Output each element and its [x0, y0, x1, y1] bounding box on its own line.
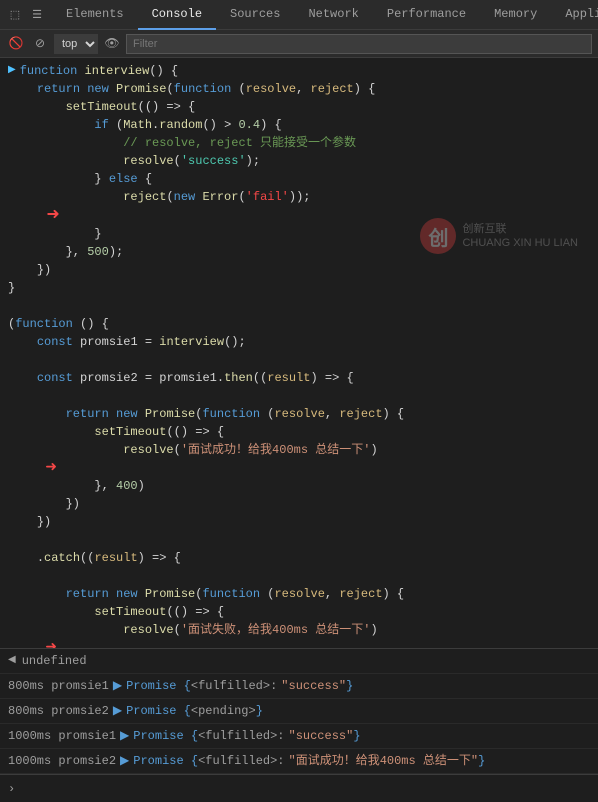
code-line: resolve('面试成功！给我400ms 总结一下') ➜	[0, 441, 598, 477]
code-line	[0, 297, 598, 315]
code-line: setTimeout(() => {	[0, 603, 598, 621]
code-line: } else {	[0, 170, 598, 188]
tab-sources[interactable]: Sources	[216, 0, 294, 30]
code-line: (function () {	[0, 315, 598, 333]
clear-console-button[interactable]: 🚫	[6, 34, 26, 54]
tab-elements[interactable]: Elements	[52, 0, 138, 30]
code-line: resolve('面试失败，给我400ms 总结一下') ➜	[0, 621, 598, 648]
code-line	[0, 531, 598, 549]
code-line: setTimeout(() => {	[0, 98, 598, 116]
pending-2: <pending>	[191, 702, 256, 720]
watermark: 创 创新互联CHUANG XIN HU LIAN	[420, 218, 578, 254]
log-label-3: 1000ms promsie1	[8, 727, 116, 745]
tab-console[interactable]: Console	[138, 0, 216, 30]
promise-kw-1: Promise {	[126, 677, 191, 695]
code-line: ▶ function interview() {	[0, 62, 598, 80]
output-1000ms-promsie2: 1000ms promsie2 ▶ Promise { <fulfilled>:…	[0, 749, 598, 774]
fulfilled-3: <fulfilled>:	[198, 727, 284, 745]
code-line: const promsie1 = interview();	[0, 333, 598, 351]
expand-arrow[interactable]: ▶	[8, 62, 16, 80]
code-line: })	[0, 513, 598, 531]
tab-application[interactable]: Application	[551, 0, 598, 30]
context-selector[interactable]: top	[54, 34, 98, 54]
watermark-icon: 创	[420, 218, 456, 254]
inspect-icon[interactable]: ⬚	[6, 6, 24, 24]
fulfilled-1: <fulfilled>:	[191, 677, 277, 695]
promise-close-1: }	[346, 677, 353, 695]
console-input[interactable]	[21, 782, 590, 796]
code-line: }	[0, 279, 598, 297]
code-line	[0, 567, 598, 585]
eye-icon[interactable]: 👁	[102, 34, 122, 54]
expand-arrow-1[interactable]: ▶	[113, 677, 122, 695]
log-label-1: 800ms promsie1	[8, 677, 109, 695]
watermark-text: 创新互联CHUANG XIN HU LIAN	[462, 222, 578, 250]
tab-bar: ⬚ ☰ Elements Console Sources Network Per…	[0, 0, 598, 30]
promise-kw-2: Promise {	[126, 702, 191, 720]
expand-arrow-4[interactable]: ▶	[120, 752, 129, 770]
promise-val-4: "面试成功！给我400ms 总结一下"	[289, 752, 479, 770]
toolbar: 🚫 ⊘ top 👁	[0, 30, 598, 58]
promise-kw-3: Promise {	[133, 727, 198, 745]
code-line	[0, 387, 598, 405]
promise-kw-4: Promise {	[133, 752, 198, 770]
code-line	[0, 351, 598, 369]
tab-network[interactable]: Network	[294, 0, 372, 30]
expand-arrow-2[interactable]: ▶	[113, 702, 122, 720]
tab-performance[interactable]: Performance	[373, 0, 480, 30]
fulfilled-4: <fulfilled>:	[198, 752, 284, 770]
code-line: })	[0, 261, 598, 279]
console-prompt-icon: ›	[8, 782, 15, 796]
output-800ms-promsie2: 800ms promsie2 ▶ Promise { <pending> }	[0, 699, 598, 724]
tab-icons: ⬚ ☰	[0, 6, 52, 24]
code-line: }, 400)	[0, 477, 598, 495]
code-area: 创 创新互联CHUANG XIN HU LIAN ▶ function inte…	[0, 58, 598, 648]
device-icon[interactable]: ☰	[28, 6, 46, 24]
code-line: // resolve, reject 只能接受一个参数	[0, 134, 598, 152]
code-line: return new Promise(function (resolve, re…	[0, 80, 598, 98]
code-line: return new Promise(function (resolve, re…	[0, 585, 598, 603]
code-line: setTimeout(() => {	[0, 423, 598, 441]
tab-memory[interactable]: Memory	[480, 0, 551, 30]
output-800ms-promsie1: 800ms promsie1 ▶ Promise { <fulfilled>: …	[0, 674, 598, 699]
code-line: resolve('success');	[0, 152, 598, 170]
expand-arrow-3[interactable]: ▶	[120, 727, 129, 745]
promise-close-3: }	[353, 727, 360, 745]
code-line: })	[0, 495, 598, 513]
console-output: ◀ undefined 800ms promsie1 ▶ Promise { <…	[0, 648, 598, 774]
filter-toggle-button[interactable]: ⊘	[30, 34, 50, 54]
code-line: .catch((result) => {	[0, 549, 598, 567]
code-line: const promsie2 = promsie1.then((result) …	[0, 369, 598, 387]
output-1000ms-promsie1: 1000ms promsie1 ▶ Promise { <fulfilled>:…	[0, 724, 598, 749]
left-arrow: ◀	[8, 652, 16, 670]
code-line: return new Promise(function (resolve, re…	[0, 405, 598, 423]
log-label-4: 1000ms promsie2	[8, 752, 116, 770]
promise-close-4: }	[478, 752, 485, 770]
output-undefined: ◀ undefined	[0, 649, 598, 674]
filter-input[interactable]	[126, 34, 592, 54]
undefined-text: undefined	[22, 652, 87, 670]
log-label-2: 800ms promsie2	[8, 702, 109, 720]
promise-val-3: "success"	[289, 727, 354, 745]
code-line: if (Math.random() > 0.4) {	[0, 116, 598, 134]
promise-close-2: }	[256, 702, 263, 720]
console-input-bar: ›	[0, 774, 598, 802]
promise-val-1: "success"	[281, 677, 346, 695]
